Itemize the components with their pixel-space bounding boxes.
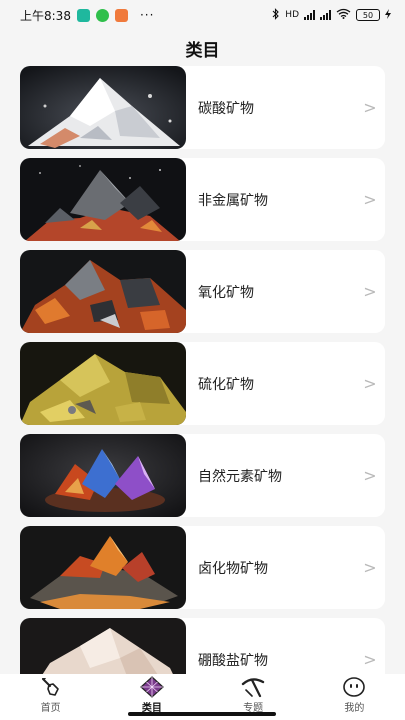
chevron-right-icon: >	[363, 558, 377, 577]
tab-label: 我的	[344, 703, 365, 714]
category-label: 卤化物矿物	[198, 560, 268, 577]
chevron-right-icon: >	[363, 282, 377, 301]
native-element-mineral-image	[20, 434, 186, 517]
chevron-right-icon: >	[363, 374, 377, 393]
status-time: 上午8:38	[20, 8, 71, 23]
borate-mineral-image	[20, 618, 186, 674]
category-label: 硼酸盐矿物	[198, 652, 268, 669]
tab-category[interactable]: 类目	[112, 676, 192, 714]
status-bar: 上午8:38 ··· HD 50	[0, 0, 405, 30]
category-label: 碳酸矿物	[198, 100, 254, 117]
store-app-icon	[114, 8, 128, 22]
tab-mine[interactable]: 我的	[314, 676, 394, 714]
category-list[interactable]: 碳酸矿物 > 非金属矿物 > 氧化矿物 > 硫化矿物 > 自然元素矿物 > 卤化…	[20, 66, 385, 674]
category-item-oxide[interactable]: 氧化矿物 >	[20, 250, 385, 333]
message-app-icon	[76, 8, 90, 22]
signal-icon	[304, 10, 315, 20]
nonmetal-mineral-image	[20, 158, 186, 241]
category-label: 自然元素矿物	[198, 468, 282, 485]
battery-icon: 50	[356, 9, 380, 21]
category-label: 硫化矿物	[198, 376, 254, 393]
oxide-mineral-image	[20, 250, 186, 333]
sulfide-mineral-image	[20, 342, 186, 425]
chevron-right-icon: >	[363, 98, 377, 117]
phone-app-icon	[95, 8, 109, 22]
shovel-icon	[41, 678, 59, 696]
carbonate-mineral-image	[20, 66, 186, 149]
tab-topics[interactable]: 专题	[213, 676, 293, 714]
wifi-icon	[336, 8, 351, 22]
category-item-halide[interactable]: 卤化物矿物 >	[20, 526, 385, 609]
charging-icon	[385, 8, 391, 22]
category-item-carbonate[interactable]: 碳酸矿物 >	[20, 66, 385, 149]
category-item-nonmetal[interactable]: 非金属矿物 >	[20, 158, 385, 241]
category-item-borate[interactable]: 硼酸盐矿物 >	[20, 618, 385, 674]
face-icon	[343, 677, 366, 697]
home-indicator[interactable]	[128, 712, 276, 716]
chevron-right-icon: >	[363, 466, 377, 485]
category-item-sulfide[interactable]: 硫化矿物 >	[20, 342, 385, 425]
chevron-right-icon: >	[363, 190, 377, 209]
page-title: 类目	[185, 41, 220, 61]
gem-icon	[139, 676, 164, 698]
signal-icon-2	[320, 10, 331, 20]
battery-level: 50	[362, 10, 374, 20]
category-item-native-element[interactable]: 自然元素矿物 >	[20, 434, 385, 517]
more-notifications-icon: ···	[139, 8, 155, 22]
halide-mineral-image	[20, 526, 186, 609]
tab-label: 首页	[40, 703, 61, 714]
bluetooth-icon	[272, 7, 280, 23]
tab-home[interactable]: 首页	[11, 676, 91, 714]
pickaxe-icon	[241, 678, 265, 698]
network-type-label: HD	[285, 10, 299, 20]
category-label: 氧化矿物	[198, 284, 254, 301]
category-label: 非金属矿物	[198, 192, 268, 209]
chevron-right-icon: >	[363, 650, 377, 669]
